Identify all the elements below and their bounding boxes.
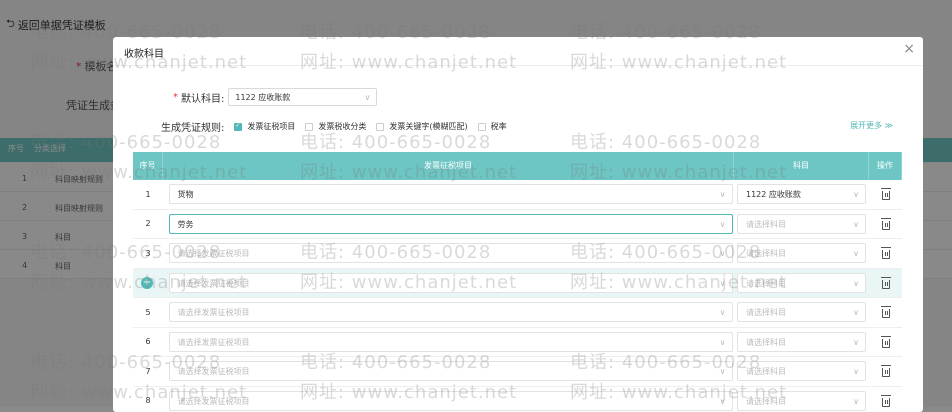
tax-item-select[interactable]: 劳务∨	[169, 214, 733, 234]
delete-icon[interactable]	[882, 339, 890, 348]
tax-item-select[interactable]: 货物∨	[169, 184, 733, 204]
subject-select[interactable]: 请选择科目∨	[737, 361, 866, 381]
modal-header: 收款科目 ×	[113, 37, 923, 66]
tax-item-select[interactable]: 请选择发票征税项目∨	[169, 361, 733, 381]
chevron-down-icon: ∨	[853, 244, 859, 264]
delete-icon[interactable]	[882, 250, 890, 259]
row-index: 2	[145, 219, 150, 228]
th-subject: 科目	[734, 152, 869, 180]
tax-item-select[interactable]: 请选择发票征税项目∨	[169, 243, 733, 263]
table-row: 8 请选择发票征税项目∨ 请选择科目∨	[133, 387, 902, 412]
subject-select[interactable]: 请选择科目∨	[737, 214, 866, 234]
chevron-down-icon: ∨	[853, 185, 859, 205]
add-row-icon[interactable]: +	[141, 277, 153, 289]
checkbox[interactable]	[376, 123, 384, 131]
chevron-down-icon: ∨	[853, 215, 859, 235]
subject-modal: 收款科目 × * 默认科目: 1122 应收账款 ∨ 生成凭证规则: 发票征税项…	[113, 37, 923, 412]
row-index: 3	[145, 249, 150, 258]
row-index: 6	[145, 337, 150, 346]
chevron-down-icon: ∨	[853, 303, 859, 323]
subject-select[interactable]: 请选择科目∨	[737, 302, 866, 322]
expand-more-link[interactable]: 展开更多 ≫	[850, 120, 893, 131]
tax-item-select[interactable]: 请选择发票征税项目∨	[169, 273, 733, 293]
table-row: + 4 请选择发票征税项目∨ 请选择科目∨	[133, 269, 902, 299]
tax-item-select[interactable]: 请选择发票征税项目∨	[169, 302, 733, 322]
table-row: 5 请选择发票征税项目∨ 请选择科目∨	[133, 298, 902, 328]
rule-option-tax-category[interactable]: 发票税收分类	[305, 121, 366, 132]
subject-select[interactable]: 1122 应收账款∨	[737, 184, 866, 204]
default-subject-label: 默认科目:	[181, 90, 224, 105]
subject-select[interactable]: 请选择科目∨	[737, 243, 866, 263]
row-index: 7	[145, 367, 150, 376]
close-icon[interactable]: ×	[903, 41, 915, 57]
chevron-down-icon: ∨	[853, 274, 859, 294]
chevron-down-icon: ∨	[720, 185, 726, 205]
table-row: 3 请选择发票征税项目∨ 请选择科目∨	[133, 239, 902, 269]
mapping-table: 序号 发票征税项目 科目 操作 1 货物∨ 1122 应收账款∨ 2 劳务∨ 请…	[133, 152, 902, 412]
table-row: 6 请选择发票征税项目∨ 请选择科目∨	[133, 328, 902, 358]
delete-icon[interactable]	[882, 398, 890, 407]
th-tax-item: 发票征税项目	[163, 152, 734, 180]
chevron-down-icon: ∨	[853, 333, 859, 353]
delete-icon[interactable]	[882, 280, 890, 289]
delete-icon[interactable]	[882, 309, 890, 318]
tax-item-select[interactable]: 请选择发票征税项目∨	[169, 391, 733, 411]
th-index: 序号	[133, 152, 163, 180]
chevron-down-icon: ∨	[720, 303, 726, 323]
th-action: 操作	[869, 152, 902, 180]
rules-label: 生成凭证规则:	[161, 119, 224, 134]
tax-item-select[interactable]: 请选择发票征税项目∨	[169, 332, 733, 352]
row-index: 1	[145, 190, 150, 199]
chevron-down-icon: ∨	[720, 392, 726, 412]
table-header: 序号 发票征税项目 科目 操作	[133, 152, 902, 180]
row-index: 5	[145, 308, 150, 317]
chevron-down-icon: ∨	[720, 274, 726, 294]
voucher-rules: 生成凭证规则: 发票征税项目 发票税收分类 发票关键字(模糊匹配) 税率	[161, 119, 507, 134]
chevron-down-icon: ∨	[720, 215, 726, 235]
checkbox-checked[interactable]	[234, 123, 242, 131]
chevron-down-icon: ∨	[365, 89, 371, 107]
default-subject-select[interactable]: 1122 应收账款 ∨	[228, 88, 377, 106]
chevron-down-icon: ∨	[720, 244, 726, 264]
table-row: 2 劳务∨ 请选择科目∨	[133, 210, 902, 240]
table-row: 7 请选择发票征税项目∨ 请选择科目∨	[133, 357, 902, 387]
row-index: 8	[145, 396, 150, 405]
chevron-down-icon: ∨	[720, 333, 726, 353]
chevron-down-icon: ∨	[720, 362, 726, 382]
rule-option-keyword[interactable]: 发票关键字(模糊匹配)	[376, 121, 467, 132]
subject-select[interactable]: 请选择科目∨	[737, 332, 866, 352]
delete-icon[interactable]	[882, 221, 890, 230]
subject-select[interactable]: 请选择科目∨	[737, 391, 866, 411]
checkbox[interactable]	[305, 123, 313, 131]
default-subject-field: * 默认科目: 1122 应收账款 ∨	[173, 88, 377, 106]
subject-select[interactable]: 请选择科目∨	[737, 273, 866, 293]
modal-title: 收款科目	[124, 45, 164, 60]
rule-option-tax-rate[interactable]: 税率	[478, 121, 507, 132]
required-mark: *	[173, 92, 178, 103]
chevron-down-icon: ∨	[853, 362, 859, 382]
checkbox[interactable]	[478, 123, 486, 131]
delete-icon[interactable]	[882, 191, 890, 200]
table-row: 1 货物∨ 1122 应收账款∨	[133, 180, 902, 210]
rule-option-tax-item[interactable]: 发票征税项目	[234, 121, 295, 132]
delete-icon[interactable]	[882, 368, 890, 377]
chevron-down-icon: ∨	[853, 392, 859, 412]
